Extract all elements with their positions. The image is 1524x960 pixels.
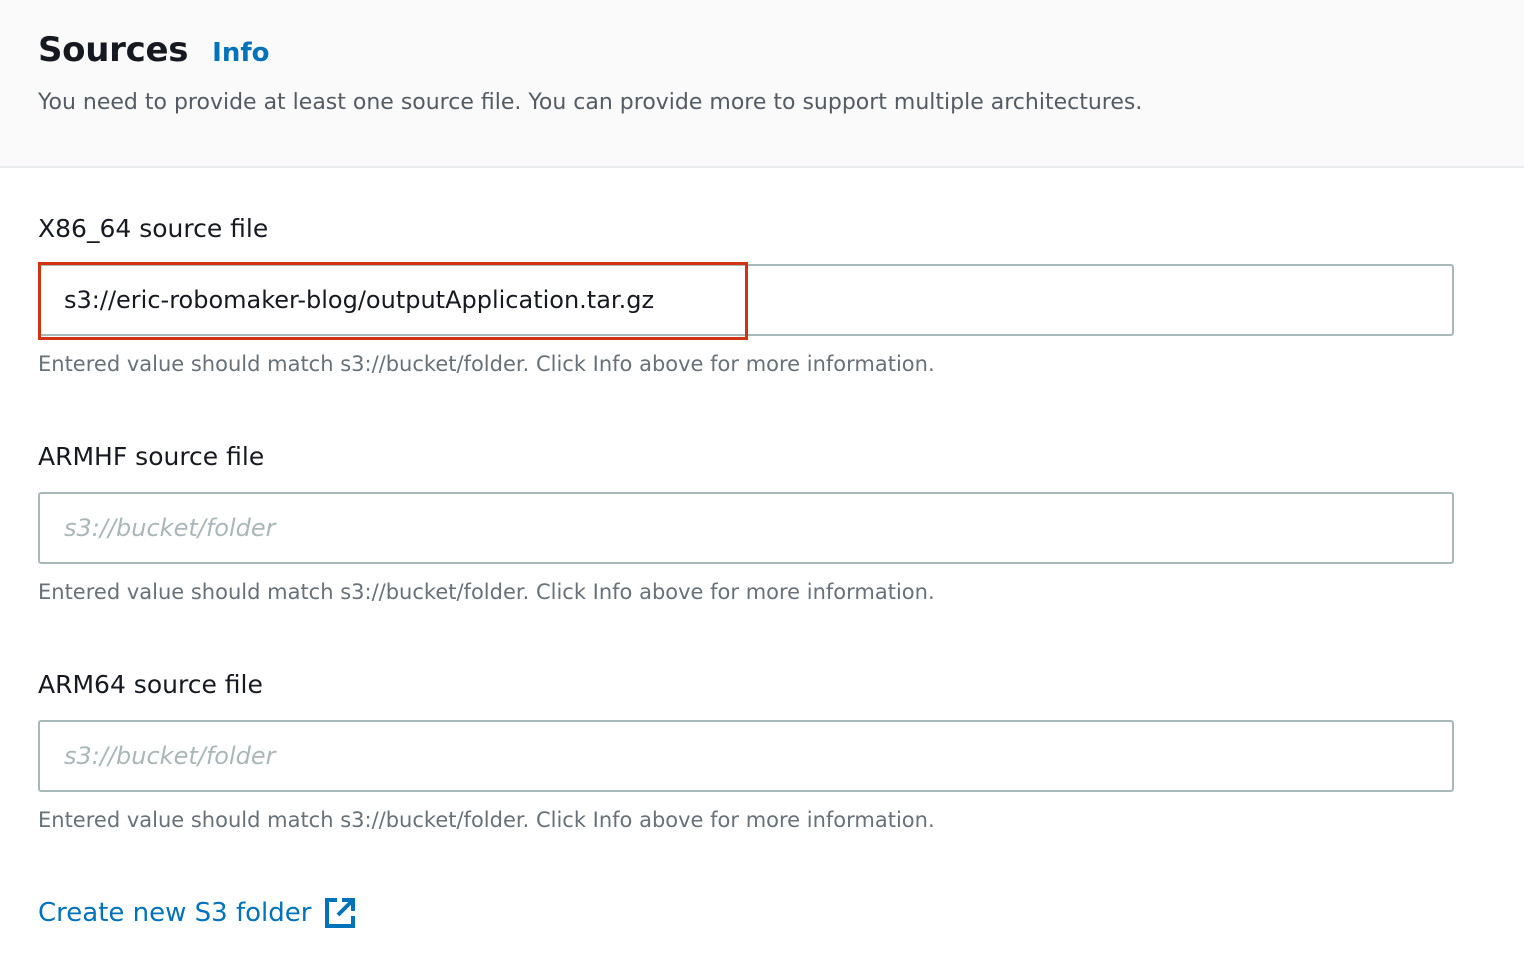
arm64-source-constraint: Entered value should match s3://bucket/f… — [38, 808, 935, 832]
section-description: You need to provide at least one source … — [38, 90, 1143, 115]
armhf-source-label: ARMHF source file — [38, 442, 265, 471]
create-s3-folder-link[interactable]: Create new S3 folder — [38, 896, 357, 930]
arm64-source-input[interactable] — [38, 720, 1454, 792]
create-s3-folder-label: Create new S3 folder — [38, 898, 312, 928]
x86-64-source-label: X86_64 source file — [38, 214, 269, 243]
info-link[interactable]: Info — [212, 38, 269, 68]
external-link-icon — [325, 898, 356, 928]
section-title: Sources — [38, 30, 189, 70]
section-header: Sources Info You need to provide at leas… — [0, 0, 1524, 168]
arm64-source-label: ARM64 source file — [38, 670, 263, 699]
armhf-source-input[interactable] — [38, 492, 1454, 564]
title-row: Sources Info — [38, 30, 270, 70]
x86-64-source-constraint: Entered value should match s3://bucket/f… — [38, 352, 935, 376]
armhf-source-constraint: Entered value should match s3://bucket/f… — [38, 580, 935, 604]
x86-64-source-input[interactable] — [38, 264, 1454, 336]
